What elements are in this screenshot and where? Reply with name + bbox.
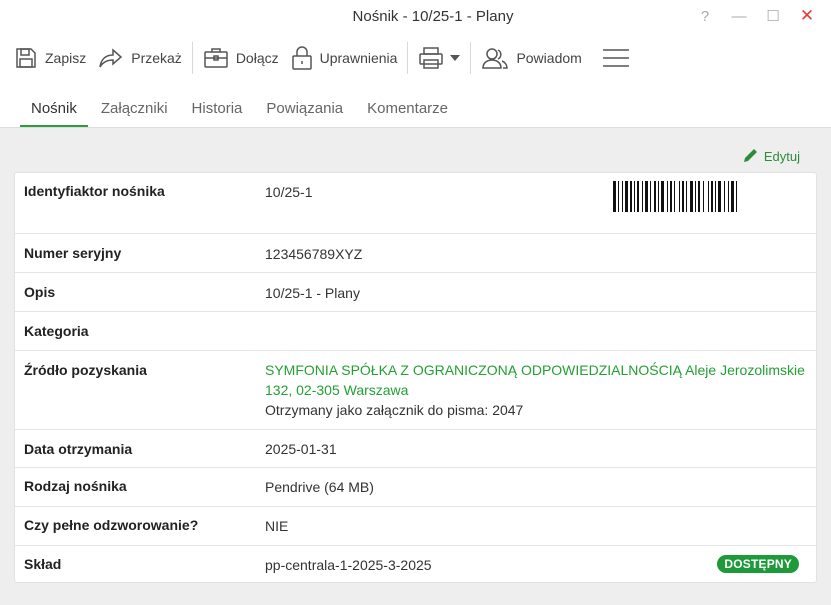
chevron-down-icon[interactable]	[450, 55, 461, 61]
barcode-icon	[613, 181, 737, 212]
forward-button[interactable]: Przekaż	[92, 40, 188, 76]
edit-label: Edytuj	[763, 149, 800, 164]
save-button[interactable]: Zapisz	[8, 40, 92, 76]
field-label: Numer seryjny	[24, 245, 122, 261]
field-value: Pendrive (64 MB)	[265, 479, 374, 495]
tab-bar: Nośnik Załączniki Historia Powiązania Ko…	[20, 94, 461, 127]
field-value: 123456789XYZ	[265, 246, 363, 262]
details-card: Identyfiaktor nośnika 10/25-1 Numer sery…	[14, 172, 817, 583]
users-icon	[481, 47, 509, 69]
help-button[interactable]: ?	[689, 4, 721, 28]
attach-label: Dołącz	[235, 50, 279, 66]
floppy-disk-icon	[14, 46, 38, 70]
hamburger-icon	[602, 48, 630, 68]
field-label: Skład	[24, 556, 62, 572]
save-label: Zapisz	[45, 50, 87, 66]
field-label: Opis	[24, 284, 56, 300]
source-note: Otrzymany jako załącznik do pisma: 2047	[265, 402, 524, 418]
tab-komentarze[interactable]: Komentarze	[356, 94, 459, 127]
printer-icon	[418, 46, 444, 70]
menu-button[interactable]	[596, 40, 636, 76]
tab-zalaczniki[interactable]: Załączniki	[90, 94, 179, 127]
maximize-button[interactable]: ☐	[757, 4, 789, 28]
print-button[interactable]	[412, 40, 466, 76]
field-label: Rodzaj nośnika	[24, 478, 127, 494]
row-full-copy: Czy pełne odzworowanie? NIE	[15, 507, 816, 546]
status-badge: DOSTĘPNY	[717, 555, 799, 573]
briefcase-icon	[203, 46, 229, 70]
field-label: Data otrzymania	[24, 441, 133, 457]
edit-button[interactable]: Edytuj	[743, 147, 800, 166]
window-controls: ? — ☐ ✕	[689, 4, 823, 28]
field-value: 2025-01-31	[265, 441, 337, 457]
field-value: NIE	[265, 518, 289, 534]
minimize-button[interactable]: —	[723, 4, 755, 28]
field-value: SYMFONIA SPÓŁKA Z OGRANICZONĄ ODPOWIEDZI…	[265, 360, 805, 420]
field-label: Czy pełne odzworowanie?	[24, 517, 199, 533]
toolbar: Zapisz Przekaż Dołącz Uprawnienia Powiad…	[0, 38, 831, 78]
toolbar-divider	[191, 42, 193, 74]
tab-powiazania[interactable]: Powiązania	[255, 94, 354, 127]
row-identifier: Identyfiaktor nośnika 10/25-1	[15, 173, 816, 234]
field-value: 10/25-1 - Plany	[265, 285, 360, 301]
notify-button[interactable]: Powiadom	[475, 40, 587, 76]
toolbar-divider	[407, 42, 409, 74]
toolbar-divider	[470, 42, 472, 74]
source-link[interactable]: SYMFONIA SPÓŁKA Z OGRANICZONĄ ODPOWIEDZI…	[265, 360, 805, 380]
row-date: Data otrzymania 2025-01-31	[15, 430, 816, 468]
tab-historia[interactable]: Historia	[181, 94, 254, 127]
source-link[interactable]: 132, 02-305 Warszawa	[265, 380, 805, 400]
field-label: Źródło pozyskania	[24, 362, 147, 378]
permissions-button[interactable]: Uprawnienia	[285, 40, 404, 76]
forward-label: Przekaż	[131, 50, 182, 66]
window-title: Nośnik - 10/25-1 - Plany	[352, 8, 514, 25]
close-button[interactable]: ✕	[791, 4, 823, 28]
lock-icon	[291, 45, 313, 71]
row-storage: Skład pp-centrala-1-2025-3-2025 DOSTĘPNY	[15, 546, 816, 583]
window-header: Nośnik - 10/25-1 - Plany ? — ☐ ✕ Zapisz …	[0, 0, 831, 128]
attach-button[interactable]: Dołącz	[197, 40, 285, 76]
share-arrow-icon	[98, 47, 124, 69]
tab-nosnik[interactable]: Nośnik	[20, 94, 88, 127]
field-label: Identyfiaktor nośnika	[24, 183, 165, 199]
row-description: Opis 10/25-1 - Plany	[15, 273, 816, 312]
row-type: Rodzaj nośnika Pendrive (64 MB)	[15, 468, 816, 507]
field-label: Kategoria	[24, 323, 89, 339]
row-source: Źródło pozyskania SYMFONIA SPÓŁKA Z OGRA…	[15, 351, 816, 430]
row-serial: Numer seryjny 123456789XYZ	[15, 234, 816, 273]
row-category: Kategoria	[15, 312, 816, 351]
permissions-label: Uprawnienia	[319, 50, 398, 66]
notify-label: Powiadom	[516, 50, 582, 66]
pencil-icon	[743, 147, 764, 166]
